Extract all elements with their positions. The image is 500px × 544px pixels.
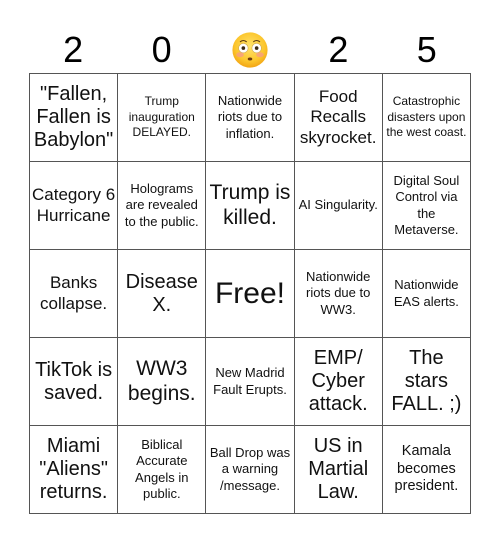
bingo-cell[interactable]: "Fallen, Fallen is Babylon" xyxy=(30,74,119,162)
bingo-cell[interactable]: Ball Drop was a warning /message. xyxy=(206,426,295,514)
header-letter-2: 0 xyxy=(151,28,172,70)
bingo-cell[interactable]: Category 6 Hurricane xyxy=(30,162,119,250)
bingo-cell-text: Nationwide riots due to inflation. xyxy=(217,93,283,141)
bingo-cell[interactable]: Holograms are revealed to the public. xyxy=(118,162,207,250)
bingo-cell-text: New Madrid Fault Erupts. xyxy=(213,365,287,397)
bingo-cell-text: Banks collapse. xyxy=(40,273,108,313)
flushed-face-emoji-icon xyxy=(232,31,268,68)
bingo-cell-text: Catastrophic disasters upon the west coa… xyxy=(386,94,467,140)
bingo-cell[interactable]: US in Martial Law. xyxy=(294,426,383,514)
bingo-cell[interactable]: The stars FALL. ;) xyxy=(382,338,471,426)
header-letter-4: 2 xyxy=(328,28,349,70)
bingo-cell[interactable]: WW3 begins. xyxy=(118,338,207,426)
bingo-cell[interactable]: TikTok is saved. xyxy=(30,338,119,426)
bingo-cell[interactable]: Banks collapse. xyxy=(30,250,119,338)
bingo-cell[interactable]: Nationwide EAS alerts. xyxy=(382,250,471,338)
bingo-cell-text: Trump is killed. xyxy=(209,181,291,229)
bingo-cell-free-space[interactable]: Free! xyxy=(206,250,295,338)
bingo-cell-text: TikTok is saved. xyxy=(35,358,113,404)
bingo-cell[interactable]: Trump is killed. xyxy=(206,162,295,250)
bingo-cell-text: Disease X. xyxy=(125,270,198,316)
bingo-cell-text: Free! xyxy=(214,277,285,310)
bingo-cell-text: Trump inauguration DELAYED. xyxy=(128,94,195,140)
bingo-cell-text: Category 6 Hurricane xyxy=(32,185,116,225)
bingo-cell-text: Holograms are revealed to the public. xyxy=(124,181,199,229)
header-letter-1: 2 xyxy=(63,28,84,70)
bingo-cell[interactable]: Biblical Accurate Angels in public. xyxy=(118,426,207,514)
bingo-cell-text: Nationwide riots due to WW3. xyxy=(306,269,371,317)
bingo-cell-text: Ball Drop was a warning /message. xyxy=(209,445,291,493)
header-letter-3 xyxy=(206,26,294,73)
bingo-cell-text: Nationwide EAS alerts. xyxy=(393,277,459,309)
bingo-cell[interactable]: Miami "Aliens" returns. xyxy=(30,426,119,514)
bingo-cell[interactable]: Nationwide riots due to inflation. xyxy=(206,74,295,162)
bingo-cell[interactable]: EMP/ Cyber attack. xyxy=(294,338,383,426)
bingo-cell[interactable]: Nationwide riots due to WW3. xyxy=(294,250,383,338)
bingo-cell-text: Food Recalls skyrocket. xyxy=(299,87,377,147)
bingo-cell-text: AI Singularity. xyxy=(298,197,378,213)
bingo-cell-text: WW3 begins. xyxy=(127,357,196,405)
bingo-cell-text: US in Martial Law. xyxy=(308,435,369,503)
bingo-cell[interactable]: Digital Soul Control via the Metaverse. xyxy=(382,162,471,250)
bingo-cell-text: Digital Soul Control via the Metaverse. xyxy=(393,173,460,237)
bingo-cell[interactable]: Trump inauguration DELAYED. xyxy=(118,74,207,162)
bingo-cell-text: Biblical Accurate Angels in public. xyxy=(135,437,189,501)
bingo-cell[interactable]: Disease X. xyxy=(118,250,207,338)
bingo-cell[interactable]: Food Recalls skyrocket. xyxy=(294,74,383,162)
bingo-card-grid: "Fallen, Fallen is Babylon" Trump inaugur… xyxy=(29,73,471,514)
bingo-cell[interactable]: AI Singularity. xyxy=(294,162,383,250)
bingo-cell[interactable]: New Madrid Fault Erupts. xyxy=(206,338,295,426)
bingo-cell-text: The stars FALL. ;) xyxy=(391,347,462,415)
bingo-header: 2 0 2 5 xyxy=(29,26,471,73)
bingo-cell[interactable]: Kamala becomes president. xyxy=(382,426,471,514)
header-letter-5: 5 xyxy=(416,28,437,70)
bingo-cell[interactable]: Catastrophic disasters upon the west coa… xyxy=(382,74,471,162)
bingo-cell-text: Miami "Aliens" returns. xyxy=(39,435,108,503)
bingo-cell-text: EMP/ Cyber attack. xyxy=(308,347,368,415)
bingo-cell-text: "Fallen, Fallen is Babylon" xyxy=(33,83,114,151)
bingo-cell-text: Kamala becomes president. xyxy=(394,443,459,495)
